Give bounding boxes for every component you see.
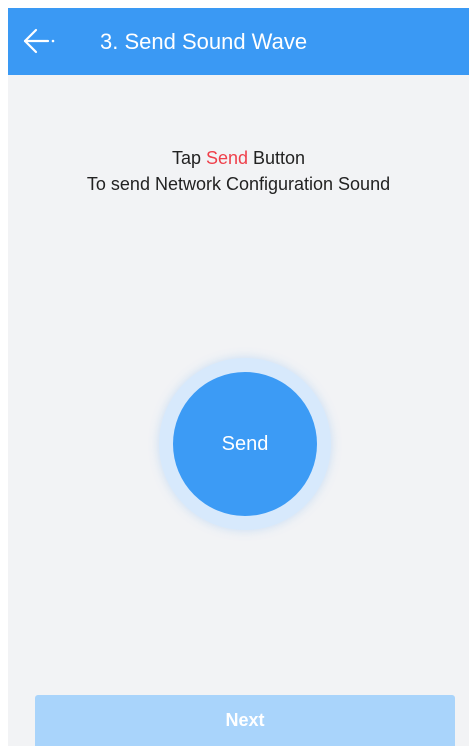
back-button[interactable] — [18, 21, 62, 61]
instruction-line-2: To send Network Configuration Sound — [86, 174, 391, 194]
instruction-suffix: Button — [248, 148, 306, 168]
app-container: 3. Send Sound Wave Tap Send Button To se… — [8, 8, 469, 746]
screen: 3. Send Sound Wave Tap Send Button To se… — [0, 0, 469, 746]
instruction-line-1: Tap Send Button — [8, 145, 469, 171]
instruction-prefix: Tap — [171, 148, 206, 168]
send-button[interactable]: Send — [173, 372, 317, 516]
header-bar: 3. Send Sound Wave — [8, 8, 469, 75]
instruction-highlight: Send — [205, 148, 249, 168]
page-title: 3. Send Sound Wave — [100, 29, 308, 54]
instructions: Tap Send Button To send Network Configur… — [8, 145, 469, 197]
next-button[interactable]: Next — [35, 695, 455, 746]
arrow-left-icon — [23, 28, 55, 54]
